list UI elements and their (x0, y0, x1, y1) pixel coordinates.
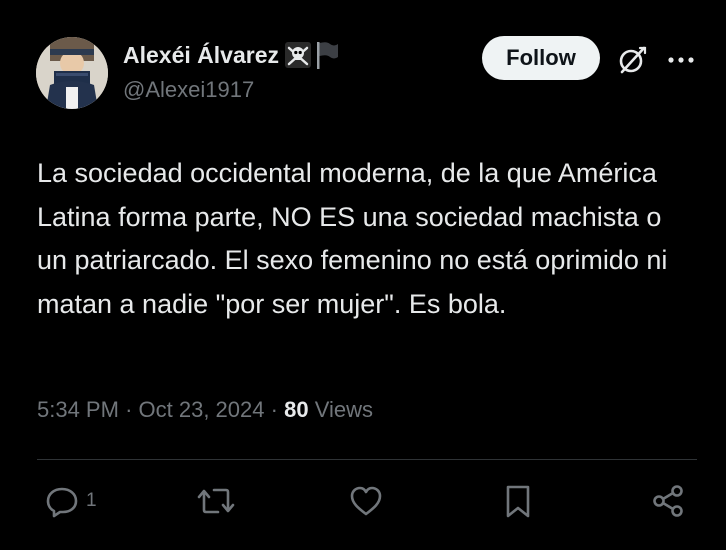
share-button[interactable] (650, 483, 686, 519)
meta-separator: · (270, 397, 278, 422)
reply-button[interactable]: 1 (44, 483, 97, 519)
post-time[interactable]: 5:34 PM (37, 397, 119, 422)
author-avatar[interactable] (36, 37, 108, 109)
heart-icon (350, 486, 382, 516)
reply-icon (46, 487, 78, 518)
share-icon (653, 485, 683, 517)
black-flag-icon (316, 42, 338, 69)
bookmark-icon (506, 485, 530, 518)
bookmark-button[interactable] (502, 483, 534, 519)
follow-button[interactable]: Follow (482, 36, 600, 80)
divider (37, 459, 697, 460)
like-button[interactable] (348, 483, 384, 519)
author-name[interactable]: Alexéi Álvarez (123, 40, 340, 70)
display-name-text[interactable]: Alexéi Álvarez (123, 42, 279, 69)
author-handle[interactable]: @Alexei1917 (123, 77, 254, 103)
post-text: La sociedad occidental moderna, de la qu… (37, 158, 668, 319)
post-date[interactable]: Oct 23, 2024 (139, 397, 265, 422)
avatar-image (36, 37, 108, 109)
skull-crossbones-icon (284, 42, 311, 68)
repost-button[interactable] (196, 483, 236, 519)
reply-count: 1 (86, 490, 97, 511)
post-meta: 5:34 PM · Oct 23, 2024 · 80 Views (37, 397, 373, 423)
views-count: 80 (284, 397, 309, 422)
meta-separator: · (125, 397, 133, 422)
grok-icon[interactable] (616, 44, 648, 76)
more-options-icon[interactable] (666, 50, 696, 70)
views-label: Views (314, 397, 373, 422)
repost-icon (197, 488, 235, 514)
